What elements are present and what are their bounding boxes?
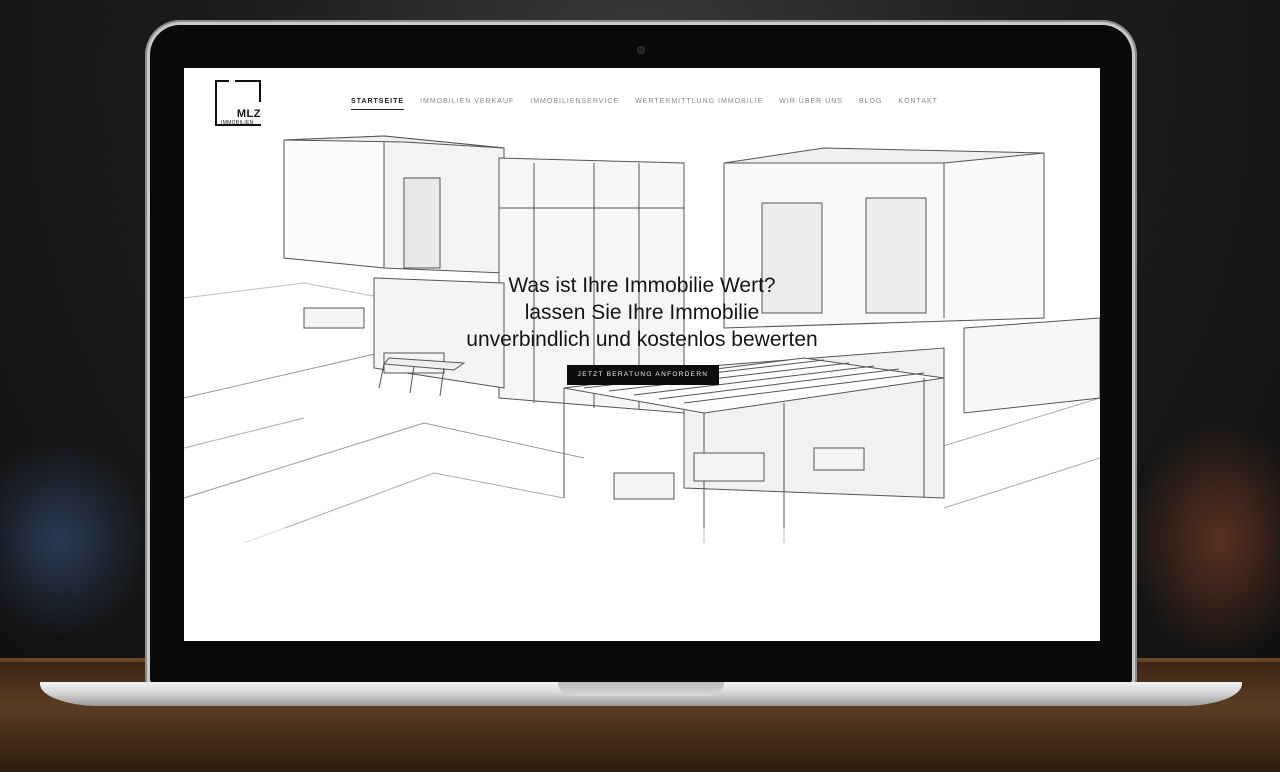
nav-item-startseite[interactable]: STARTSEITE: [351, 98, 405, 110]
logo-name: MLZ: [236, 108, 261, 120]
nav-item-blog[interactable]: BLOG: [859, 98, 882, 110]
headline-line-1: Was ist Ihre Immobilie Wert?: [508, 274, 776, 297]
headline-line-2: lassen Sie Ihre Immobilie: [524, 301, 760, 324]
nav-item-immobilienservice[interactable]: IMMOBILIENSERVICE: [530, 98, 619, 110]
website-viewport: MLZ IMMOBILIEN STARTSEITE IMMOBILIEN VER…: [184, 68, 1100, 641]
nav-item-kontakt[interactable]: KONTAKT: [898, 98, 938, 110]
hero-headline: Was ist Ihre Immobilie Wert? lassen Sie …: [184, 272, 1100, 353]
webcam-icon: [637, 46, 645, 54]
logo-subtitle: IMMOBILIEN: [221, 120, 254, 126]
nav-item-wertermittlung[interactable]: WERTERMITTLUNG IMMOBILIE: [635, 98, 763, 110]
nav-item-immobilien-verkauf[interactable]: IMMOBILIEN VERKAUF: [420, 98, 514, 110]
cta-beratung-button[interactable]: JETZT BERATUNG ANFORDERN: [567, 365, 719, 385]
background-blur-left: [0, 440, 150, 640]
background-blur-right: [1130, 420, 1280, 660]
laptop-opening-notch: [558, 682, 724, 696]
main-navigation: STARTSEITE IMMOBILIEN VERKAUF IMMOBILIEN…: [351, 98, 938, 110]
nav-item-wir-ueber-uns[interactable]: WIR ÜBER UNS: [779, 98, 843, 110]
headline-line-3: unverbindlich und kostenlos bewerten: [466, 328, 818, 351]
mlz-logo[interactable]: MLZ IMMOBILIEN: [215, 80, 261, 126]
